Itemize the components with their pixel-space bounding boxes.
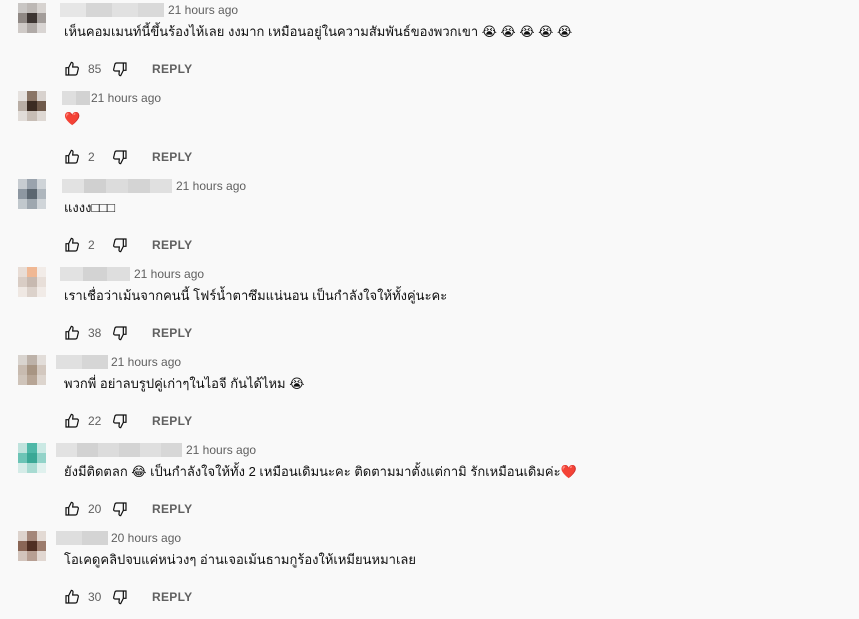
reply-button[interactable]: REPLY bbox=[152, 238, 192, 252]
comment-actions: 20 REPLY bbox=[64, 499, 192, 519]
comment-timestamp[interactable]: 21 hours ago bbox=[186, 443, 256, 457]
like-count: 30 bbox=[88, 590, 102, 604]
author-name-blurred[interactable] bbox=[60, 3, 164, 17]
comment-actions: 30 REPLY bbox=[64, 587, 192, 607]
thumbs-up-icon[interactable] bbox=[64, 501, 80, 517]
comment-timestamp[interactable]: 21 hours ago bbox=[111, 355, 181, 369]
thumbs-down-icon[interactable] bbox=[112, 237, 128, 253]
thumbs-up-icon[interactable] bbox=[64, 149, 80, 165]
reply-button[interactable]: REPLY bbox=[152, 590, 192, 604]
thumbs-down-icon[interactable] bbox=[112, 501, 128, 517]
comment-actions: 85 REPLY bbox=[64, 59, 192, 79]
author-name-blurred[interactable] bbox=[60, 267, 130, 281]
comment-timestamp[interactable]: 21 hours ago bbox=[176, 179, 246, 193]
reply-button[interactable]: REPLY bbox=[152, 150, 192, 164]
avatar[interactable] bbox=[18, 3, 46, 33]
comment-item: 21 hours ago แงงง□□□ 2 REPLY bbox=[0, 179, 859, 267]
comment-actions: 38 REPLY bbox=[64, 323, 192, 343]
comment-item: 21 hours ago ยังมีติดตลก 😂 เป็นกำลังใจให… bbox=[0, 443, 859, 531]
comment-text: ยังมีติดตลก 😂 เป็นกำลังใจให้ทั้ง 2 เหมือ… bbox=[64, 464, 577, 479]
thumbs-down-icon[interactable] bbox=[112, 61, 128, 77]
comment-item: 21 hours ago เราเชื่อว่าเม้นจากคนนี้ โฟร… bbox=[0, 267, 859, 355]
comment-text: แงงง□□□ bbox=[64, 200, 115, 215]
comment-text: เราเชื่อว่าเม้นจากคนนี้ โฟร์น้ำตาซึมแน่น… bbox=[64, 288, 448, 303]
comment-text: พวกพี่ อย่าลบรูปคู่เก่าๆในไอจี กันได้ไหม… bbox=[64, 376, 305, 391]
author-name-blurred[interactable] bbox=[62, 91, 90, 105]
comment-actions: 2 REPLY bbox=[64, 235, 192, 255]
comment-text: ❤️ bbox=[64, 112, 81, 127]
like-count: 2 bbox=[88, 150, 95, 164]
reply-button[interactable]: REPLY bbox=[152, 326, 192, 340]
author-name-blurred[interactable] bbox=[56, 531, 108, 545]
comment-text: โอเคดูคลิปจบแค่หน่วงๆ อ่านเจอเม้นธามกูร้… bbox=[64, 552, 416, 567]
comment-actions: 22 REPLY bbox=[64, 411, 192, 431]
comment-actions: 2 REPLY bbox=[64, 147, 192, 167]
reply-button[interactable]: REPLY bbox=[152, 414, 192, 428]
thumbs-up-icon[interactable] bbox=[64, 413, 80, 429]
comment-text: เห็นคอมเมนท์นี้ขึ้นร้องไห้เลย งงมาก เหมื… bbox=[64, 24, 573, 39]
thumbs-up-icon[interactable] bbox=[64, 589, 80, 605]
avatar[interactable] bbox=[18, 91, 46, 121]
thumbs-up-icon[interactable] bbox=[64, 237, 80, 253]
avatar[interactable] bbox=[18, 267, 46, 297]
avatar[interactable] bbox=[18, 443, 46, 473]
comment-timestamp[interactable]: 21 hours ago bbox=[134, 267, 204, 281]
like-count: 85 bbox=[88, 62, 102, 76]
reply-button[interactable]: REPLY bbox=[152, 502, 192, 516]
reply-button[interactable]: REPLY bbox=[152, 62, 192, 76]
comment-item: 21 hours ago เห็นคอมเมนท์นี้ขึ้นร้องไห้เ… bbox=[0, 3, 859, 91]
avatar[interactable] bbox=[18, 531, 46, 561]
avatar[interactable] bbox=[18, 179, 46, 209]
like-count: 2 bbox=[88, 238, 95, 252]
comment-item: 20 hours ago โอเคดูคลิปจบแค่หน่วงๆ อ่านเ… bbox=[0, 531, 859, 619]
comment-timestamp[interactable]: 21 hours ago bbox=[91, 91, 161, 105]
thumbs-up-icon[interactable] bbox=[64, 61, 80, 77]
thumbs-down-icon[interactable] bbox=[112, 413, 128, 429]
avatar[interactable] bbox=[18, 355, 46, 385]
like-count: 22 bbox=[88, 414, 102, 428]
like-count: 20 bbox=[88, 502, 102, 516]
thumbs-down-icon[interactable] bbox=[112, 149, 128, 165]
author-name-blurred[interactable] bbox=[62, 179, 172, 193]
comment-item: 21 hours ago ❤️ 2 REPLY bbox=[0, 91, 859, 179]
comment-timestamp[interactable]: 21 hours ago bbox=[168, 3, 238, 17]
author-name-blurred[interactable] bbox=[56, 443, 182, 457]
like-count: 38 bbox=[88, 326, 102, 340]
comment-item: 21 hours ago พวกพี่ อย่าลบรูปคู่เก่าๆในไ… bbox=[0, 355, 859, 443]
thumbs-up-icon[interactable] bbox=[64, 325, 80, 341]
comment-timestamp[interactable]: 20 hours ago bbox=[111, 531, 181, 545]
author-name-blurred[interactable] bbox=[56, 355, 108, 369]
thumbs-down-icon[interactable] bbox=[112, 325, 128, 341]
thumbs-down-icon[interactable] bbox=[112, 589, 128, 605]
